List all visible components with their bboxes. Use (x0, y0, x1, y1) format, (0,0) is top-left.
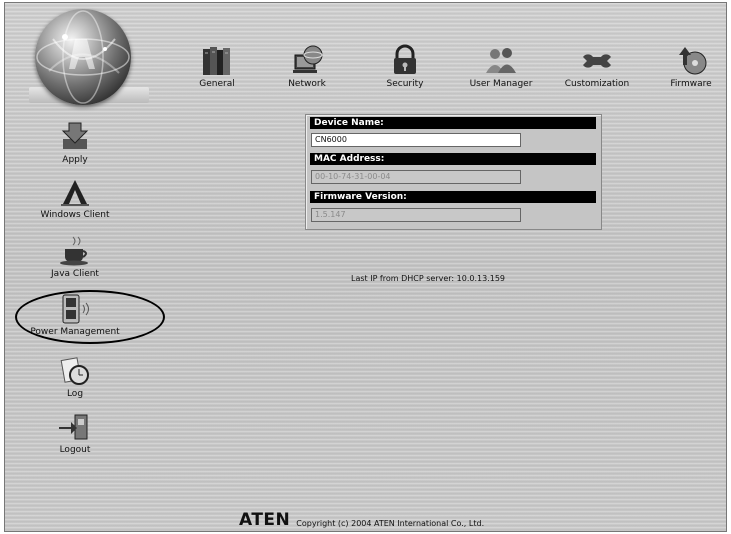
dhcp-status-text: Last IP from DHCP server: 10.0.13.159 (351, 274, 505, 283)
firmware-version-header: Firmware Version: (310, 191, 596, 203)
firmware-version-field: 1.5.147 (311, 208, 521, 222)
device-name-header: Device Name: (310, 117, 596, 129)
network-globe-icon (293, 45, 323, 73)
toolbar-label-user-manager: User Manager (469, 79, 533, 89)
books-icon (203, 47, 230, 75)
toolbar-user-manager[interactable]: User Manager (461, 43, 541, 89)
device-name-field[interactable]: CN6000 (311, 133, 521, 147)
mac-address-header: MAC Address: (310, 153, 596, 165)
toolbar-network[interactable]: Network (267, 43, 347, 89)
toolbar-label-firmware: Firmware (670, 79, 712, 89)
log-clock-icon (60, 357, 89, 385)
java-cup-icon (60, 236, 88, 266)
highlight-ellipse (15, 290, 165, 344)
device-info-panel: Device Name: CN6000 MAC Address: 00-10-7… (305, 114, 602, 230)
logout-door-icon (59, 414, 88, 440)
copyright-text: Copyright (c) 2004 ATEN International Co… (296, 519, 485, 528)
toolbar-label-network: Network (288, 79, 326, 89)
mac-address-field: 00-10-74-31-00-04 (311, 170, 521, 184)
globe-logo-icon (35, 9, 131, 105)
footer: ATEN Copyright (c) 2004 ATEN Internation… (239, 506, 484, 530)
toolbar-firmware[interactable]: Firmware (651, 43, 731, 89)
sidebar-label-logout: Logout (59, 445, 91, 455)
apply-download-icon (61, 122, 89, 149)
wrench-icon (583, 54, 611, 68)
windows-client-icon (61, 180, 89, 206)
firmware-disc-icon (679, 47, 707, 75)
sidebar-item-apply[interactable]: Apply (15, 121, 135, 165)
sidebar-label-log: Log (66, 389, 84, 399)
users-icon (486, 48, 516, 73)
padlock-icon (394, 44, 416, 74)
toolbar-label-general: General (199, 79, 235, 89)
sidebar-item-logout[interactable]: Logout (15, 411, 135, 455)
sidebar-item-java-client[interactable]: Java Client (15, 235, 135, 279)
toolbar-general[interactable]: General (177, 43, 257, 89)
aten-brand-logo: ATEN (239, 510, 291, 530)
sidebar-item-log[interactable]: Log (15, 355, 135, 399)
toolbar-label-customization: Customization (564, 79, 630, 89)
sidebar-label-java-client: Java Client (51, 269, 99, 279)
sidebar-label-windows-client: Windows Client (40, 210, 110, 220)
main-window: General Network Security User Manager Cu… (4, 2, 727, 532)
toolbar-label-security: Security (386, 79, 424, 89)
toolbar-customization[interactable]: Customization (557, 43, 637, 89)
toolbar-security[interactable]: Security (365, 43, 445, 89)
sidebar-label-apply: Apply (62, 155, 88, 165)
sidebar-item-windows-client[interactable]: Windows Client (15, 176, 135, 220)
